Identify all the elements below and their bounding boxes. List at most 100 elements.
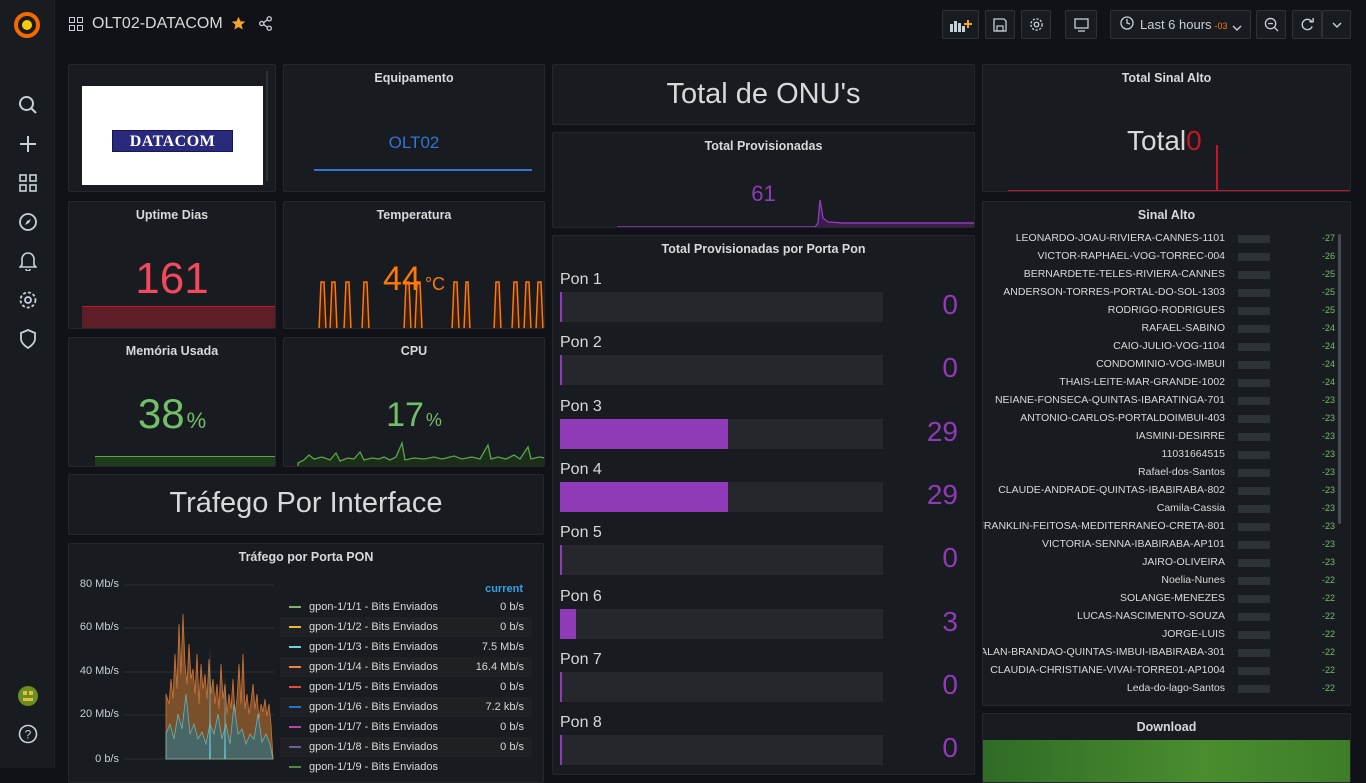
user-avatar-icon[interactable] xyxy=(16,684,40,708)
legend-item[interactable]: gpon-1/1/2 - Bits Enviados 0 b/s xyxy=(280,617,532,637)
onu-name: Rafael-dos-Santos xyxy=(1138,466,1225,478)
dashboard-title[interactable]: OLT02-DATACOM xyxy=(92,15,223,33)
legend-series-name[interactable]: gpon-1/1/7 - Bits Enviados xyxy=(309,721,438,733)
legend-item[interactable]: gpon-1/1/1 - Bits Enviados 0 b/s xyxy=(280,597,532,617)
legend-series-name[interactable]: gpon-1/1/8 - Bits Enviados xyxy=(309,741,438,753)
legend-series-name[interactable]: gpon-1/1/3 - Bits Enviados xyxy=(309,641,438,653)
legend-item[interactable]: gpon-1/1/9 - Bits Enviados xyxy=(280,757,532,777)
panel-title[interactable]: Total Provisionadas por Porta Pon xyxy=(553,242,974,256)
pon-label: Pon 1 xyxy=(560,271,602,288)
zoom-out-button[interactable] xyxy=(1256,10,1286,39)
onu-name: 11031664515 xyxy=(1161,448,1225,460)
panel-title[interactable]: Equipamento xyxy=(284,71,544,85)
legend-series-name[interactable]: gpon-1/1/2 - Bits Enviados xyxy=(309,621,438,633)
time-picker-button[interactable]: Last 6 hours -03 xyxy=(1110,10,1251,39)
legend-header[interactable]: current xyxy=(479,583,523,595)
cpu-value-row: 17% xyxy=(284,396,544,435)
scrollbar[interactable] xyxy=(1338,234,1341,524)
tv-mode-button[interactable] xyxy=(1065,10,1097,39)
legend-swatch[interactable] xyxy=(289,746,301,748)
datacom-logo: DATACOM xyxy=(82,86,263,185)
legend-series-name[interactable]: gpon-1/1/1 - Bits Enviados xyxy=(309,601,438,613)
scrollbar[interactable] xyxy=(266,71,268,181)
sinal-alto-row: LUCAS-NASCIMENTO-SOUZA -22 xyxy=(983,607,1343,625)
grafana-logo-icon[interactable] xyxy=(12,10,42,40)
total-sinal-alto-row: Total0 xyxy=(1127,125,1202,157)
panel-title[interactable]: Total Provisionadas xyxy=(553,139,974,153)
panel-title[interactable]: Sinal Alto xyxy=(983,208,1350,222)
settings-gear-icon[interactable] xyxy=(16,288,40,312)
trafego-pon-panel: Tráfego por Porta PON 80 Mb/s 60 Mb/s 40… xyxy=(68,543,544,783)
signal-value: -22 xyxy=(1321,683,1335,693)
legend-swatch[interactable] xyxy=(289,726,301,728)
legend-swatch[interactable] xyxy=(289,606,301,608)
onu-name: FRANKLIN-FEITOSA-MEDITERRANEO-CRETA-801 xyxy=(982,520,1225,532)
legend-swatch[interactable] xyxy=(289,686,301,688)
pon-bar-track xyxy=(560,545,883,576)
panel-title[interactable]: CPU xyxy=(284,344,544,358)
refresh-button[interactable] xyxy=(1292,10,1322,39)
dashboards-icon[interactable] xyxy=(16,171,40,195)
sparkline xyxy=(95,456,275,466)
shield-icon[interactable] xyxy=(16,327,40,351)
search-icon[interactable] xyxy=(16,93,40,117)
legend-swatch[interactable] xyxy=(289,706,301,708)
signal-value: -23 xyxy=(1321,485,1335,495)
legend-item[interactable]: gpon-1/1/8 - Bits Enviados 0 b/s xyxy=(280,737,532,757)
legend-series-name[interactable]: gpon-1/1/6 - Bits Enviados xyxy=(309,701,438,713)
refresh-interval-dropdown[interactable] xyxy=(1322,10,1351,39)
legend-series-name[interactable]: gpon-1/1/9 - Bits Enviados xyxy=(309,761,438,773)
pon-bar-track xyxy=(560,355,883,386)
help-icon[interactable]: ? xyxy=(16,722,40,746)
alerting-bell-icon[interactable] xyxy=(16,249,40,273)
panel-title[interactable]: Total Sinal Alto xyxy=(983,71,1350,85)
signal-bar xyxy=(1238,253,1270,261)
legend-series-value: 7.2 kb/s xyxy=(485,701,524,713)
pon-value: 0 xyxy=(942,352,958,384)
dashboard-settings-button[interactable] xyxy=(1021,10,1051,39)
legend-swatch[interactable] xyxy=(289,646,301,648)
pon-bar-fill xyxy=(560,292,562,322)
legend-item[interactable]: gpon-1/1/3 - Bits Enviados 7.5 Mb/s xyxy=(280,637,532,657)
panel-title[interactable]: Tráfego por Porta PON xyxy=(69,550,543,564)
chevron-down-icon xyxy=(1232,20,1242,35)
sinal-alto-row: THAIS-LEITE-MAR-GRANDE-1002 -24 xyxy=(983,373,1343,391)
legend-series-value: 0 b/s xyxy=(500,741,524,753)
memoria-unit: % xyxy=(186,408,207,433)
pon-value: 0 xyxy=(942,668,958,700)
plus-icon[interactable] xyxy=(16,132,40,156)
onu-name: CLAUDIA-CHRISTIANE-VIVAI-TORRE01-AP1004 xyxy=(990,664,1225,676)
sinal-alto-row: CAIO-JULIO-VOG-1104 -24 xyxy=(983,337,1343,355)
legend-swatch[interactable] xyxy=(289,626,301,628)
panel-title[interactable]: Memória Usada xyxy=(69,344,275,358)
time-range-label: Last 6 hours xyxy=(1140,17,1212,32)
legend-item[interactable]: gpon-1/1/5 - Bits Enviados 0 b/s xyxy=(280,677,532,697)
legend-item[interactable]: gpon-1/1/6 - Bits Enviados 7.2 kb/s xyxy=(280,697,532,717)
signal-value: -23 xyxy=(1321,467,1335,477)
legend-series-name[interactable]: gpon-1/1/4 - Bits Enviados xyxy=(309,661,438,673)
share-icon[interactable] xyxy=(258,16,273,36)
panel-title[interactable]: Download xyxy=(983,720,1350,734)
total-sinal-alto-panel: Total Sinal Alto Total0 xyxy=(982,64,1351,192)
panel-title[interactable]: Temperatura xyxy=(284,208,544,222)
sinal-alto-row: Leda-do-lago-Santos -22 xyxy=(983,679,1343,697)
legend-swatch[interactable] xyxy=(289,666,301,668)
pon-bar-fill xyxy=(560,355,562,386)
legend-item[interactable]: gpon-1/1/7 - Bits Enviados 0 b/s xyxy=(280,717,532,737)
total-sinal-alto-value: 0 xyxy=(1186,125,1202,156)
pon-bar-track xyxy=(560,735,883,766)
pon-bar-fill xyxy=(560,735,562,766)
star-icon[interactable] xyxy=(231,16,246,36)
panel-title[interactable]: Uptime Dias xyxy=(69,208,275,222)
legend-series-name[interactable]: gpon-1/1/5 - Bits Enviados xyxy=(309,681,438,693)
pon-bar-fill xyxy=(560,608,577,639)
sinal-alto-row: Noelia-Nunes -22 xyxy=(983,571,1343,589)
pon-bar-fill xyxy=(560,418,728,449)
save-dashboard-button[interactable] xyxy=(985,10,1015,39)
dashboard-grid-icon[interactable] xyxy=(69,17,83,36)
pon-label: Pon 3 xyxy=(560,397,602,415)
add-panel-button[interactable] xyxy=(942,10,979,39)
explore-compass-icon[interactable] xyxy=(16,210,40,234)
download-gauge xyxy=(983,740,1350,782)
legend-item[interactable]: gpon-1/1/4 - Bits Enviados 16.4 Mb/s xyxy=(280,657,532,677)
